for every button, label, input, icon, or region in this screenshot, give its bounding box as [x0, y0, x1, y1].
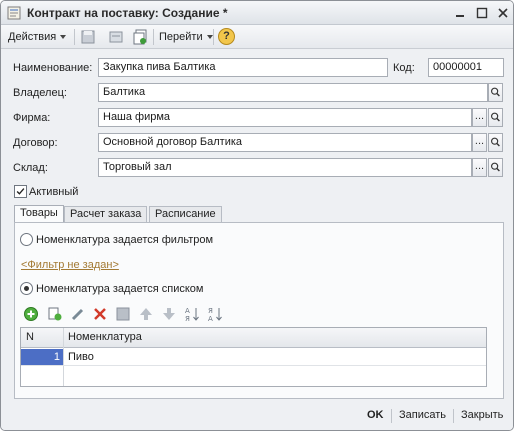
toolbar-separator: [213, 29, 214, 45]
list-mode-radio[interactable]: [20, 282, 33, 295]
close-icon[interactable]: [495, 5, 511, 21]
name-label: Наименование:: [13, 62, 93, 74]
search-icon[interactable]: [488, 133, 503, 152]
add-row-icon[interactable]: [23, 306, 39, 322]
nomenclature-cell[interactable]: Пиво: [68, 349, 94, 365]
sort-descending-icon[interactable]: Я A: [207, 306, 223, 322]
goto-label: Перейти: [159, 31, 203, 43]
table-row[interactable]: 1 Пиво: [21, 349, 486, 366]
owner-label: Владелец:: [13, 87, 67, 99]
close-button[interactable]: Закрыть: [461, 409, 503, 421]
copy-document-icon[interactable]: [131, 28, 149, 46]
firm-select-button[interactable]: ...: [472, 108, 487, 127]
toolbar: Действия Перейти ?: [1, 25, 513, 49]
column-header-n[interactable]: N: [26, 331, 34, 343]
footer-separator: [391, 409, 392, 423]
firm-field[interactable]: Наша фирма: [98, 108, 472, 127]
copy-row-icon[interactable]: [47, 306, 63, 322]
contract-field[interactable]: Основной договор Балтика: [98, 133, 472, 152]
goto-menu-button[interactable]: Перейти: [159, 28, 213, 46]
svg-text:Я: Я: [208, 307, 213, 315]
ok-button[interactable]: OK: [367, 409, 384, 421]
actions-label: Действия: [8, 31, 57, 43]
chevron-down-icon: [206, 35, 213, 40]
move-up-icon[interactable]: [138, 306, 154, 322]
active-label: Активный: [29, 186, 79, 198]
move-down-icon[interactable]: [161, 306, 177, 322]
name-field[interactable]: Закупка пива Балтика: [98, 58, 388, 77]
filter-mode-label: Номенклатура задается фильтром: [36, 234, 214, 246]
search-icon[interactable]: [488, 108, 503, 127]
edit-pencil-icon[interactable]: [70, 306, 86, 322]
toolbar-separator: [74, 29, 75, 45]
save-disk-icon[interactable]: [79, 28, 97, 46]
code-label: Код:: [393, 62, 415, 74]
title-bar: Контракт на поставку: Создание *: [1, 1, 513, 25]
code-field[interactable]: 00000001: [428, 58, 504, 77]
row-number-cell[interactable]: 1: [21, 349, 63, 365]
window-title: Контракт на поставку: Создание *: [27, 6, 228, 20]
list-mode-label: Номенклатура задается списком: [36, 283, 204, 295]
firm-label: Фирма:: [13, 112, 51, 124]
filter-mode-radio[interactable]: [20, 233, 33, 246]
maximize-icon[interactable]: [474, 5, 490, 21]
minimize-icon[interactable]: [452, 5, 468, 21]
owner-field[interactable]: Балтика: [98, 83, 488, 102]
search-icon[interactable]: [488, 83, 503, 102]
toolbar-separator: [153, 29, 154, 45]
svg-text:A: A: [208, 315, 213, 322]
tab-schedule[interactable]: Расписание: [149, 206, 222, 223]
document-icon: [7, 6, 21, 20]
svg-text:Я: Я: [185, 315, 190, 322]
footer-bar: OK Записать Закрыть: [1, 401, 513, 430]
table-header: N Номенклатура: [21, 328, 486, 348]
delete-icon[interactable]: [92, 306, 108, 322]
tab-order-calculation[interactable]: Расчет заказа: [64, 206, 148, 223]
column-header-nomenclature[interactable]: Номенклатура: [68, 331, 142, 343]
svg-text:A: A: [185, 307, 190, 315]
actions-menu-button[interactable]: Действия: [8, 28, 67, 46]
help-icon[interactable]: ?: [218, 28, 235, 45]
save-row-icon[interactable]: [115, 306, 131, 322]
filter-link[interactable]: <Фильтр не задан>: [21, 259, 119, 271]
save-button[interactable]: Записать: [399, 409, 446, 421]
search-icon[interactable]: [488, 158, 503, 177]
chevron-down-icon: [60, 35, 67, 40]
footer-separator: [453, 409, 454, 423]
nomenclature-table[interactable]: N Номенклатура 1 Пиво: [20, 327, 487, 387]
active-checkbox[interactable]: [14, 185, 27, 198]
contract-select-button[interactable]: ...: [472, 133, 487, 152]
warehouse-label: Склад:: [13, 162, 48, 174]
contract-label: Договор:: [13, 137, 58, 149]
warehouse-field[interactable]: Торговый зал: [98, 158, 472, 177]
warehouse-select-button[interactable]: ...: [472, 158, 487, 177]
tab-goods[interactable]: Товары: [14, 205, 64, 223]
contract-window: Контракт на поставку: Создание * Действи…: [0, 0, 514, 431]
print-preview-icon[interactable]: [107, 28, 125, 46]
sort-ascending-icon[interactable]: A Я: [184, 306, 200, 322]
